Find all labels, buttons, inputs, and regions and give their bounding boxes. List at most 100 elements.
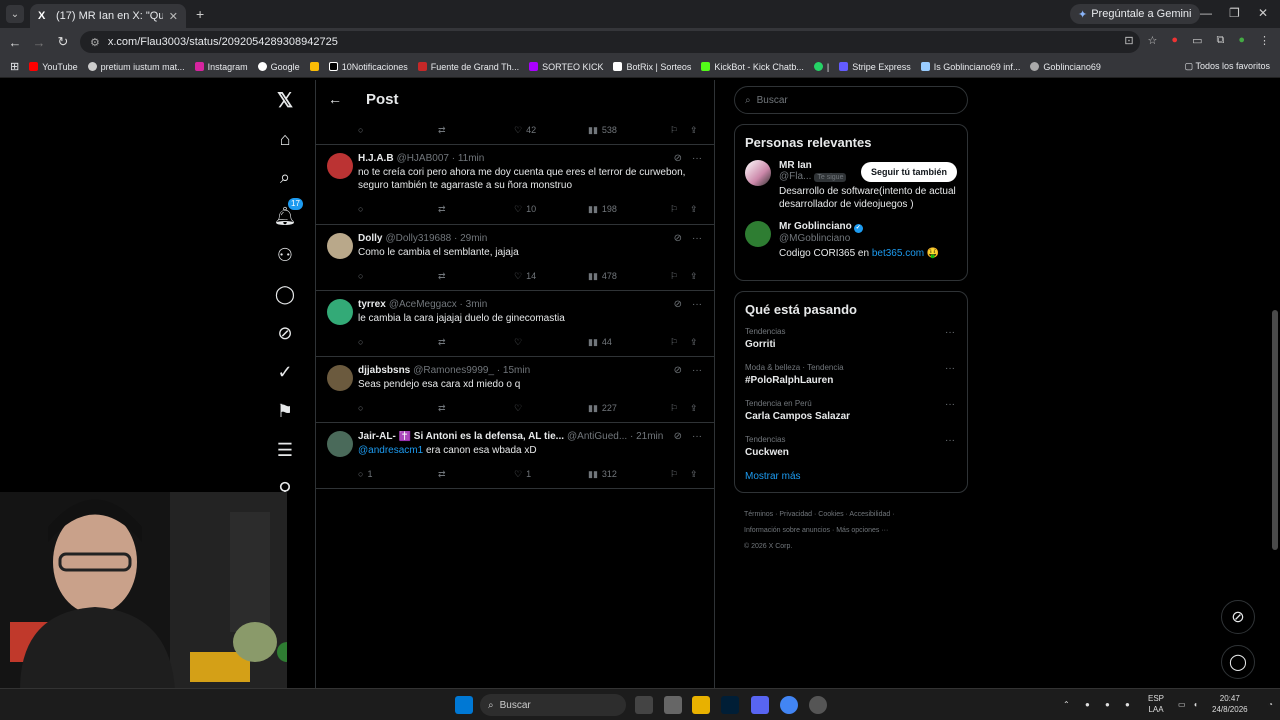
avatar[interactable] <box>745 221 771 247</box>
trend-item[interactable]: Tendencias Gorriti ··· <box>745 327 957 350</box>
like-button[interactable]: ♡ <box>514 403 588 414</box>
person-card[interactable]: Mr Goblinciano ✓ @MGoblinciano Codigo COR… <box>745 221 957 260</box>
grok-icon[interactable]: ⊘ <box>674 299 682 310</box>
tweet-author-name[interactable]: tyrrex <box>358 299 386 310</box>
bookmark-google[interactable]: Google <box>257 62 300 72</box>
address-bar[interactable]: ⚙ x.com/Flau3003/status/2092054289308942… <box>80 31 1140 53</box>
person-handle[interactable]: @Fla... <box>779 171 811 182</box>
app-icon[interactable] <box>809 696 827 714</box>
gemini-button[interactable]: ✦ Pregúntale a Gemini <box>1070 4 1200 24</box>
task-view-icon[interactable] <box>635 696 653 714</box>
bookmark-icon[interactable]: ⚐ <box>670 469 690 480</box>
grok-icon[interactable]: ⊘ <box>674 431 682 442</box>
avatar[interactable] <box>327 153 353 179</box>
bookmark-gta[interactable]: Fuente de Grand Th... <box>417 62 519 72</box>
views-button[interactable]: ▮▮ 312 <box>588 469 670 480</box>
grok-icon[interactable]: ⊘ <box>674 153 682 164</box>
bookmark-goblinciano-info[interactable]: Is Goblinciano69 inf... <box>920 62 1020 72</box>
chrome-icon[interactable] <box>780 696 798 714</box>
tweet-author-name[interactable]: Jair-AL- ✝️ Si Antoni es la defensa, AL … <box>358 431 564 442</box>
avatar[interactable] <box>327 233 353 259</box>
trend-item[interactable]: Tendencias Cuckwen ··· <box>745 435 957 458</box>
like-button[interactable]: ♡ 10 <box>514 204 588 215</box>
tweet-item[interactable]: Dolly @Dolly319688 · 29min Como le cambia… <box>316 225 714 291</box>
tweet-handle[interactable]: @Dolly319688 · 29min <box>385 233 487 244</box>
x-logo-icon[interactable]: 𝕏 <box>273 88 297 112</box>
tweet-handle[interactable]: @HJAB007 · 11min <box>397 153 485 164</box>
show-more-link[interactable]: Mostrar más <box>745 471 957 482</box>
tweet-author-name[interactable]: djjabsbsns <box>358 365 410 376</box>
language-indicator[interactable]: ESP LAA <box>1148 693 1164 715</box>
share-icon[interactable]: ⇪ <box>690 403 698 414</box>
back-button[interactable]: ← <box>3 35 27 50</box>
messages-icon[interactable]: ◯ <box>273 282 297 306</box>
mention-link[interactable]: @andresacm1 <box>358 445 423 456</box>
grok-icon[interactable]: ⊘ <box>674 233 682 244</box>
retweet-icon[interactable]: ⇄ <box>438 469 514 480</box>
extension-icon[interactable]: ▭ <box>1192 34 1202 47</box>
bookmark-icon[interactable]: ⚐ <box>670 271 690 282</box>
bookmark-star-icon[interactable]: ☆ <box>1148 34 1158 47</box>
tweet-item[interactable]: H.J.A.B @HJAB007 · 11min no te creía cori… <box>316 145 714 225</box>
taskbar-search[interactable]: ⌕ Buscar <box>480 694 626 716</box>
avatar[interactable] <box>327 431 353 457</box>
bookmark-icon[interactable]: ⚐ <box>670 403 690 414</box>
grok-icon[interactable]: ⊘ <box>273 321 297 345</box>
bookmark-icon[interactable]: ⚐ <box>670 337 690 348</box>
retweet-icon[interactable]: ⇄ <box>438 403 514 414</box>
more-options-icon[interactable]: ··· <box>692 299 702 310</box>
share-icon[interactable]: ⇪ <box>690 204 698 215</box>
like-button[interactable]: ♡ 14 <box>514 271 588 282</box>
search-icon[interactable]: ⌕ <box>273 165 297 189</box>
reply-icon[interactable]: ○ <box>358 125 438 135</box>
bookmark-botrix[interactable]: BotRix | Sorteos <box>613 62 691 72</box>
person-name[interactable]: Mr Goblinciano <box>779 221 852 232</box>
like-button[interactable]: ♡ <box>514 337 588 348</box>
retweet-icon[interactable]: ⇄ <box>438 204 514 215</box>
more-options-icon[interactable]: ··· <box>945 435 955 446</box>
notifications-icon[interactable]: ◔ <box>1268 699 1273 710</box>
retweet-icon[interactable]: ⇄ <box>438 125 514 136</box>
tray-icon[interactable]: ● <box>1105 699 1110 710</box>
bookmark-notifications[interactable]: 10Notificaciones <box>328 62 408 72</box>
tweet-handle[interactable]: @AntiGued... · 21min <box>567 431 663 442</box>
minimize-button[interactable]: — <box>1200 6 1212 20</box>
grok-icon[interactable]: ⊘ <box>674 365 682 376</box>
more-options-icon[interactable]: ··· <box>692 365 702 376</box>
verified-icon[interactable]: ✓ <box>273 360 297 384</box>
all-bookmarks[interactable]: ▢ Todos los favoritos <box>1185 61 1270 72</box>
windows-start-icon[interactable] <box>455 696 473 714</box>
reply-icon[interactable]: ○ <box>358 403 438 413</box>
bookmark-icon-only[interactable] <box>309 62 319 71</box>
tray-arrow-icon[interactable]: ⌃ <box>1063 699 1070 710</box>
notifications-icon[interactable]: 🔔︎ 17 <box>273 198 303 228</box>
network-icon[interactable]: ▭ <box>1178 699 1186 710</box>
avatar[interactable] <box>327 299 353 325</box>
trend-item[interactable]: Moda & belleza · Tendencia #PoloRalphLaur… <box>745 363 957 386</box>
reply-icon[interactable]: ○ <box>358 337 438 347</box>
search-input[interactable]: ⌕ Buscar <box>734 86 968 114</box>
tweet-item[interactable]: djjabsbsns @Ramones9999_ · 15min Seas pen… <box>316 357 714 423</box>
bookmark-youtube[interactable]: YouTube <box>29 62 78 72</box>
home-icon[interactable]: ⌂ <box>273 127 297 151</box>
retweet-icon[interactable]: ⇄ <box>438 271 514 282</box>
lists-icon[interactable]: ☰ <box>273 438 297 462</box>
bookmarks-icon[interactable]: ⚑ <box>273 399 297 423</box>
discord-icon[interactable] <box>751 696 769 714</box>
new-tab-button[interactable]: + <box>196 6 204 22</box>
share-icon[interactable]: ⇪ <box>690 337 698 348</box>
footer-line[interactable]: Términos · Privacidad · Cookies · Accesi… <box>744 507 968 523</box>
more-options-icon[interactable]: ··· <box>692 233 702 244</box>
person-card[interactable]: MR Ian @Fla... Te sigue Desarrollo de sof… <box>745 160 957 211</box>
tweet-handle[interactable]: @Ramones9999_ · 15min <box>413 365 530 376</box>
tab-search-button[interactable]: ⌄ <box>6 5 24 23</box>
scrollbar[interactable] <box>1272 310 1278 550</box>
reply-icon[interactable]: ○ <box>358 271 438 281</box>
messages-fab-icon[interactable]: ◯ <box>1221 645 1255 679</box>
retweet-icon[interactable]: ⇄ <box>438 337 514 348</box>
person-handle[interactable]: @MGoblinciano <box>779 233 957 244</box>
clock[interactable]: 20:47 24/8/2026 <box>1212 693 1248 715</box>
more-options-icon[interactable]: ··· <box>945 363 955 374</box>
volume-icon[interactable]: ◖ <box>1193 699 1198 710</box>
back-arrow-icon[interactable]: ← <box>328 91 342 107</box>
